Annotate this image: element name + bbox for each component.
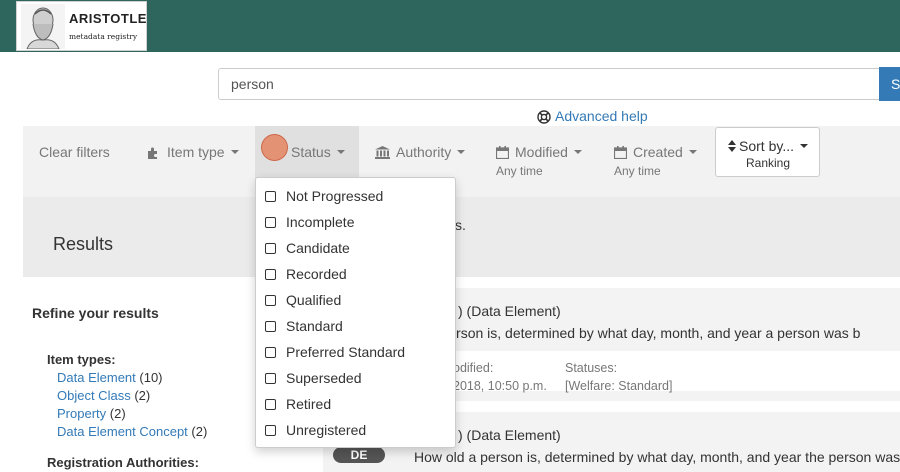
status-option-label: Not Progressed (286, 188, 384, 204)
clear-filters-label: Clear filters (39, 144, 110, 160)
sort-label: Sort by... (739, 138, 794, 154)
facet-link[interactable]: Data Element (57, 370, 136, 385)
modified-meta-label: odified: (453, 361, 494, 375)
facet-link[interactable]: Property (57, 406, 106, 421)
facet-link[interactable]: Data Element Concept (57, 424, 188, 439)
chevron-down-icon (336, 150, 345, 154)
facet-item[interactable]: Property (2) (57, 406, 207, 424)
created-label: Created (633, 144, 683, 160)
item-types-list: Data Element (10) Object Class (2) Prope… (57, 370, 207, 442)
status-label: Status (291, 144, 331, 160)
registration-authorities-title: Registration Authorities: (47, 455, 199, 470)
status-option-label: Qualified (286, 292, 342, 308)
status-option[interactable]: Retired (265, 396, 331, 416)
facet-count: (2) (191, 424, 208, 439)
authority-label: Authority (396, 144, 452, 160)
item-type-badge: DE (333, 447, 385, 463)
sort-icon (728, 140, 736, 152)
item-type-label: Item type (167, 144, 225, 160)
logo-subtitle: metadata registry (69, 32, 138, 41)
status-option[interactable]: Candidate (265, 240, 350, 260)
status-dropdown-menu: Not Progressed Incomplete Candidate Reco… (255, 177, 456, 448)
filter-bar: Clear filters Item type Status Authority (23, 126, 900, 197)
checkbox[interactable] (265, 373, 276, 384)
item-type-filter[interactable]: Item type (133, 126, 255, 197)
checkbox[interactable] (265, 295, 276, 306)
facet-count: (10) (139, 370, 163, 385)
sort-value: Ranking (746, 156, 791, 170)
status-option[interactable]: Incomplete (265, 214, 354, 234)
clear-filters-button[interactable]: Clear filters (23, 126, 133, 197)
result-description: ld a person is, determined by what day, … (414, 325, 861, 341)
results-header: Results s. (23, 197, 900, 277)
status-option-label: Standard (286, 318, 343, 334)
checkbox[interactable] (265, 217, 276, 228)
facet-item[interactable]: Data Element (10) (57, 370, 207, 388)
result-title[interactable]: ) (Data Element) (458, 427, 561, 443)
institution-icon (375, 146, 390, 159)
cursor-indicator (261, 134, 288, 161)
statuses-meta-value: [Welfare: Standard] (565, 379, 673, 393)
result-description: How old a person is, determined by what … (414, 449, 900, 465)
search-input[interactable]: person (218, 68, 880, 100)
status-option-label: Retired (286, 396, 332, 412)
top-navbar: ARISTOTLE metadata registry (0, 0, 900, 52)
facet-item[interactable]: Object Class (2) (57, 388, 207, 406)
chevron-down-icon (230, 150, 239, 154)
refine-title: Refine your results (32, 305, 159, 321)
checkbox[interactable] (265, 347, 276, 358)
result-title[interactable]: ) (Data Element) (458, 303, 561, 319)
lifebuoy-icon (537, 110, 551, 124)
logo-title: ARISTOTLE (69, 11, 147, 26)
status-option[interactable]: Qualified (265, 292, 341, 312)
results-summary: s. (455, 217, 466, 233)
search-button[interactable]: S (879, 67, 900, 101)
checkbox[interactable] (265, 425, 276, 436)
advanced-help-label: Advanced help (555, 108, 648, 124)
status-option[interactable]: Preferred Standard (265, 344, 405, 364)
puzzle-icon (148, 147, 157, 159)
calendar-icon (496, 146, 509, 159)
chevron-down-icon (799, 144, 808, 148)
facet-count: (2) (134, 388, 151, 403)
checkbox[interactable] (265, 191, 276, 202)
chevron-down-icon (457, 150, 466, 154)
sort-by-button[interactable]: Sort by... Ranking (715, 127, 820, 177)
checkbox[interactable] (265, 321, 276, 332)
results-title: Results (53, 234, 114, 254)
modified-label: Modified (515, 144, 568, 160)
facet-link[interactable]: Object Class (57, 388, 131, 403)
modified-filter[interactable]: Modified Any time (480, 126, 598, 197)
aristotle-portrait-icon (21, 4, 65, 49)
checkbox[interactable] (265, 243, 276, 254)
status-option-label: Recorded (286, 266, 347, 282)
checkbox[interactable] (265, 399, 276, 410)
logo[interactable]: ARISTOTLE metadata registry (16, 1, 147, 51)
created-filter[interactable]: Created Any time (598, 126, 715, 197)
statuses-meta-label: Statuses: (565, 361, 618, 375)
status-option[interactable]: Standard (265, 318, 343, 338)
facet-count: (2) (109, 406, 126, 421)
created-sub: Any time (614, 164, 661, 178)
calendar-icon (614, 146, 627, 159)
status-option[interactable]: Not Progressed (265, 188, 383, 208)
status-option-label: Candidate (286, 240, 350, 256)
status-option[interactable]: Superseded (265, 370, 362, 390)
advanced-help-link[interactable]: Advanced help (537, 108, 648, 124)
chevron-down-icon (688, 150, 697, 154)
status-option-label: Unregistered (286, 422, 367, 438)
status-option-label: Superseded (286, 370, 362, 386)
status-option-label: Incomplete (286, 214, 355, 230)
status-option[interactable]: Unregistered (265, 422, 366, 442)
facet-item[interactable]: Data Element Concept (2) (57, 424, 207, 442)
status-option[interactable]: Recorded (265, 266, 347, 286)
item-types-title: Item types: (47, 352, 116, 367)
chevron-down-icon (573, 150, 582, 154)
status-option-label: Preferred Standard (286, 344, 406, 360)
checkbox[interactable] (265, 269, 276, 280)
modified-meta-value: 2018, 10:50 p.m. (453, 379, 547, 393)
modified-sub: Any time (496, 164, 543, 178)
